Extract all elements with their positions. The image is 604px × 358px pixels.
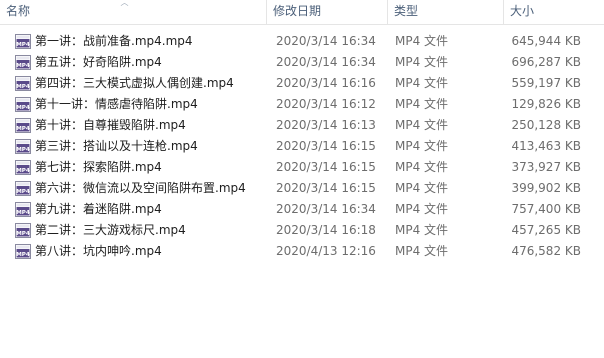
file-row[interactable]: MP4 第八讲：坑内呻吟.mp4 2020/4/13 12:16 MP4 文件 476,… [0, 241, 604, 262]
icon-badge-text: MP4 [16, 42, 30, 48]
file-type: MP4 文件 [395, 244, 449, 258]
file-size: 413,463 KB [511, 139, 581, 153]
file-date: 2020/3/14 16:34 [276, 34, 376, 48]
file-size: 250,128 KB [511, 118, 581, 132]
file-size: 757,400 KB [511, 202, 581, 216]
file-name: 第九讲：着迷陷阱.mp4 [35, 202, 162, 216]
file-size: 129,826 KB [511, 97, 581, 111]
column-header-type[interactable]: 类型 [387, 0, 503, 24]
mp4-file-icon: MP4 [15, 244, 31, 259]
file-date: 2020/3/14 16:15 [276, 181, 376, 195]
column-header-size[interactable]: 大小 [503, 0, 604, 24]
mp4-file-icon: MP4 [15, 118, 31, 133]
file-date: 2020/3/14 16:15 [276, 160, 376, 174]
column-header-bar: ︿ 名称 修改日期 类型 大小 [0, 0, 604, 25]
file-row[interactable]: MP4 第七讲：探索陷阱.mp4 2020/3/14 16:15 MP4 文件 373,… [0, 157, 604, 178]
file-list: MP4 第一讲：战前准备.mp4.mp4 2020/3/14 16:34 MP4 文件… [0, 31, 604, 262]
file-name: 第七讲：探索陷阱.mp4 [35, 160, 162, 174]
file-type: MP4 文件 [395, 160, 449, 174]
icon-badge-text: MP4 [16, 84, 30, 90]
icon-badge-text: MP4 [16, 189, 30, 195]
file-date: 2020/3/14 16:13 [276, 118, 376, 132]
file-size: 476,582 KB [511, 244, 581, 258]
mp4-file-icon: MP4 [15, 223, 31, 238]
file-row[interactable]: MP4 第三讲：搭讪以及十连枪.mp4 2020/3/14 16:15 MP4 文件 4… [0, 136, 604, 157]
file-type: MP4 文件 [395, 55, 449, 69]
file-row[interactable]: MP4 第一讲：战前准备.mp4.mp4 2020/3/14 16:34 MP4 文件… [0, 31, 604, 52]
file-date: 2020/3/14 16:34 [276, 55, 376, 69]
file-name: 第二讲：三大游戏标尺.mp4 [35, 223, 186, 237]
file-date: 2020/3/14 16:16 [276, 76, 376, 90]
icon-badge-text: MP4 [16, 210, 30, 216]
mp4-file-icon: MP4 [15, 160, 31, 175]
file-type: MP4 文件 [395, 223, 449, 237]
icon-badge-text: MP4 [16, 105, 30, 111]
file-name: 第十讲：自尊摧毁陷阱.mp4 [35, 118, 186, 132]
file-name: 第十一讲：情感虐待陷阱.mp4 [35, 97, 198, 111]
file-size: 696,287 KB [511, 55, 581, 69]
file-size: 399,902 KB [511, 181, 581, 195]
file-date: 2020/3/14 16:34 [276, 202, 376, 216]
icon-badge-text: MP4 [16, 147, 30, 153]
file-date: 2020/3/14 16:18 [276, 223, 376, 237]
file-type: MP4 文件 [395, 139, 449, 153]
file-row[interactable]: MP4 第五讲：好奇陷阱.mp4 2020/3/14 16:34 MP4 文件 696,… [0, 52, 604, 73]
file-name: 第六讲：微信流以及空间陷阱布置.mp4 [35, 181, 246, 195]
file-date: 2020/3/14 16:15 [276, 139, 376, 153]
file-name: 第三讲：搭讪以及十连枪.mp4 [35, 139, 198, 153]
mp4-file-icon: MP4 [15, 202, 31, 217]
file-size: 373,927 KB [511, 160, 581, 174]
icon-badge-text: MP4 [16, 252, 30, 258]
column-header-date[interactable]: 修改日期 [266, 0, 387, 24]
mp4-file-icon: MP4 [15, 181, 31, 196]
file-row[interactable]: MP4 第十讲：自尊摧毁陷阱.mp4 2020/3/14 16:13 MP4 文件 25… [0, 115, 604, 136]
file-size: 645,944 KB [511, 34, 581, 48]
file-date: 2020/4/13 12:16 [276, 244, 376, 258]
file-row[interactable]: MP4 第九讲：着迷陷阱.mp4 2020/3/14 16:34 MP4 文件 757,… [0, 199, 604, 220]
file-name: 第四讲：三大模式虚拟人偶创建.mp4 [35, 76, 234, 90]
icon-badge-text: MP4 [16, 126, 30, 132]
icon-badge-text: MP4 [16, 231, 30, 237]
file-size: 457,265 KB [511, 223, 581, 237]
file-type: MP4 文件 [395, 34, 449, 48]
file-type: MP4 文件 [395, 97, 449, 111]
icon-badge-text: MP4 [16, 63, 30, 69]
column-header-name[interactable]: 名称 [0, 0, 266, 24]
file-name: 第五讲：好奇陷阱.mp4 [35, 55, 162, 69]
mp4-file-icon: MP4 [15, 76, 31, 91]
file-row[interactable]: MP4 第十一讲：情感虐待陷阱.mp4 2020/3/14 16:12 MP4 文件 1… [0, 94, 604, 115]
icon-badge-text: MP4 [16, 168, 30, 174]
file-size: 559,197 KB [511, 76, 581, 90]
file-row[interactable]: MP4 第四讲：三大模式虚拟人偶创建.mp4 2020/3/14 16:16 MP4 … [0, 73, 604, 94]
file-type: MP4 文件 [395, 76, 449, 90]
file-row[interactable]: MP4 第六讲：微信流以及空间陷阱布置.mp4 2020/3/14 16:15 MP4… [0, 178, 604, 199]
file-type: MP4 文件 [395, 202, 449, 216]
mp4-file-icon: MP4 [15, 55, 31, 70]
file-name: 第一讲：战前准备.mp4.mp4 [35, 34, 193, 48]
mp4-file-icon: MP4 [15, 139, 31, 154]
mp4-file-icon: MP4 [15, 34, 31, 49]
mp4-file-icon: MP4 [15, 97, 31, 112]
file-date: 2020/3/14 16:12 [276, 97, 376, 111]
file-type: MP4 文件 [395, 118, 449, 132]
file-row[interactable]: MP4 第二讲：三大游戏标尺.mp4 2020/3/14 16:18 MP4 文件 45… [0, 220, 604, 241]
file-type: MP4 文件 [395, 181, 449, 195]
file-name: 第八讲：坑内呻吟.mp4 [35, 244, 162, 258]
